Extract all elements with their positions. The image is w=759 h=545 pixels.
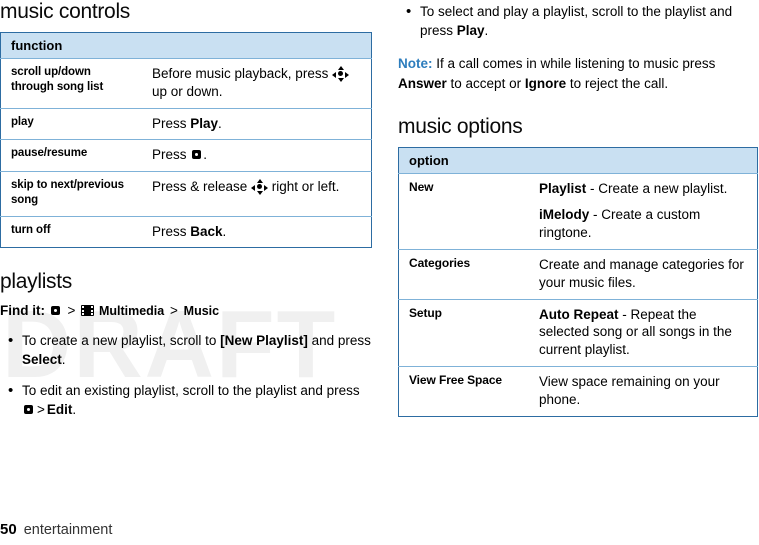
- row-key-setup: Setup: [398, 298, 529, 367]
- path-separator: >: [37, 401, 45, 417]
- nav-key-icon: [332, 66, 350, 82]
- text-mid: to accept or: [446, 75, 525, 91]
- text-pre: Press: [152, 147, 191, 163]
- softkey-play: Play: [456, 23, 485, 39]
- option-playlist: Playlist: [539, 181, 587, 197]
- text-post: .: [484, 23, 489, 39]
- menu-music: Music: [183, 304, 220, 319]
- select-key-icon: [190, 149, 203, 161]
- table-row: turn off Press Back.: [0, 215, 372, 248]
- left-column: music controls function scroll up/down t…: [0, 0, 372, 430]
- option-playlist-desc: - Create a new playlist.: [586, 181, 728, 197]
- table-row: pause/resume Press .: [0, 139, 372, 172]
- row-value-skip: Press & release right or left.: [142, 171, 372, 217]
- path-separator: >: [67, 303, 76, 319]
- path-separator: >: [170, 303, 178, 319]
- option-auto-repeat: Auto Repeat: [539, 306, 619, 322]
- table-row: Setup Auto Repeat - Repeat the selected …: [398, 298, 758, 367]
- row-value-scroll: Before music playback, press up or down.: [142, 58, 372, 109]
- row-key-view-free-space: View Free Space: [398, 365, 529, 417]
- nav-key-icon: [251, 179, 269, 196]
- row-key-scroll: scroll up/down through song list: [0, 58, 142, 109]
- text-pre: Press: [152, 115, 191, 131]
- playlist-bullet-list-continued: To select and play a playlist, scroll to…: [398, 1, 758, 40]
- row-key-turnoff: turn off: [0, 215, 142, 248]
- text-mid: and press: [307, 333, 371, 349]
- row-key-categories: Categories: [398, 248, 529, 299]
- table-row: New Playlist - Create a new playlist. iM…: [398, 173, 758, 250]
- row-key-skip: skip to next/previous song: [0, 171, 142, 217]
- text-post: .: [218, 115, 222, 131]
- heading-music-options: music options: [398, 115, 523, 139]
- option-view-free-space-desc: View space remaining on your phone.: [539, 373, 720, 407]
- option-line: Playlist - Create a new playlist.: [539, 180, 749, 198]
- table-row: skip to next/previous song Press & relea…: [0, 171, 372, 217]
- row-key-new: New: [398, 173, 529, 250]
- note-paragraph: Note: If a call comes in while listening…: [398, 54, 758, 93]
- option-imelody: iMelody: [539, 207, 590, 223]
- manual-page: DRAFT music controls function scroll up/…: [0, 0, 759, 545]
- menu-new-playlist: [New Playlist]: [220, 333, 308, 349]
- table-row: View Free Space View space remaining on …: [398, 365, 758, 417]
- select-key-icon: [49, 305, 62, 317]
- multimedia-icon: [81, 305, 95, 317]
- right-column: To select and play a playlist, scroll to…: [398, 0, 758, 417]
- text-pre: Press: [152, 223, 191, 239]
- text-post: .: [203, 147, 208, 163]
- playlist-bullet-list: To create a new playlist, scroll to [New…: [0, 330, 372, 419]
- menu-edit: Edit: [46, 401, 73, 417]
- text-post: .: [222, 223, 227, 239]
- text-pre: To create a new playlist, scroll to: [22, 333, 221, 349]
- softkey-back: Back: [190, 223, 223, 239]
- select-key-icon: [22, 404, 35, 416]
- list-item: To select and play a playlist, scroll to…: [398, 1, 758, 40]
- row-key-play: play: [0, 107, 142, 140]
- heading-music-controls: music controls: [0, 0, 131, 23]
- row-value-turnoff: Press Back.: [142, 215, 372, 248]
- table-row: play Press Play.: [0, 107, 372, 140]
- options-header-option: option: [398, 147, 758, 174]
- table-row: scroll up/down through song list Before …: [0, 58, 372, 109]
- row-value-pause: Press .: [142, 139, 372, 172]
- list-item: To edit an existing playlist, scroll to …: [0, 380, 372, 419]
- music-options-table: option New Playlist - Create a new playl…: [398, 147, 758, 417]
- text-post: to reject the call.: [566, 75, 669, 91]
- note-label: Note:: [398, 56, 433, 72]
- row-value-new: Playlist - Create a new playlist. iMelod…: [529, 173, 758, 250]
- row-key-pause: pause/resume: [0, 139, 142, 172]
- text-post: .: [72, 401, 77, 417]
- find-it-label: Find it:: [0, 303, 45, 319]
- heading-playlists: playlists: [0, 270, 72, 294]
- text-pre: Press & release: [152, 179, 252, 195]
- option-categories-desc: Create and manage categories for your mu…: [539, 256, 744, 290]
- text-pre: To edit an existing playlist, scroll to …: [22, 382, 360, 398]
- controls-header-function: function: [0, 32, 372, 59]
- softkey-answer: Answer: [398, 75, 447, 91]
- table-row: Categories Create and manage categories …: [398, 248, 758, 299]
- list-item: To create a new playlist, scroll to [New…: [0, 330, 372, 369]
- softkey-play: Play: [190, 115, 219, 131]
- row-value-setup: Auto Repeat - Repeat the selected song o…: [529, 298, 758, 367]
- page-footer: 50 entertainment: [0, 521, 112, 539]
- music-controls-table: function scroll up/down through song lis…: [0, 32, 372, 249]
- table-header-row: function: [0, 32, 372, 59]
- row-value-view-free-space: View space remaining on your phone.: [529, 365, 758, 417]
- text-pre: If a call comes in while listening to mu…: [432, 56, 716, 72]
- table-header-row: option: [398, 147, 758, 174]
- find-it-path: Find it: > Multimedia > Music: [0, 302, 372, 321]
- option-line: iMelody - Create a custom ringtone.: [539, 206, 749, 242]
- row-value-play: Press Play.: [142, 107, 372, 140]
- softkey-select: Select: [22, 352, 62, 368]
- text-post: up or down.: [152, 83, 223, 99]
- menu-multimedia: Multimedia: [98, 304, 165, 319]
- page-number: 50: [0, 521, 17, 538]
- row-value-categories: Create and manage categories for your mu…: [529, 248, 758, 299]
- text-post: .: [61, 352, 66, 368]
- text-post: right or left.: [268, 179, 340, 195]
- softkey-ignore: Ignore: [524, 75, 567, 91]
- text-pre: Before music playback, press: [152, 66, 333, 81]
- footer-section-label: entertainment: [23, 522, 113, 538]
